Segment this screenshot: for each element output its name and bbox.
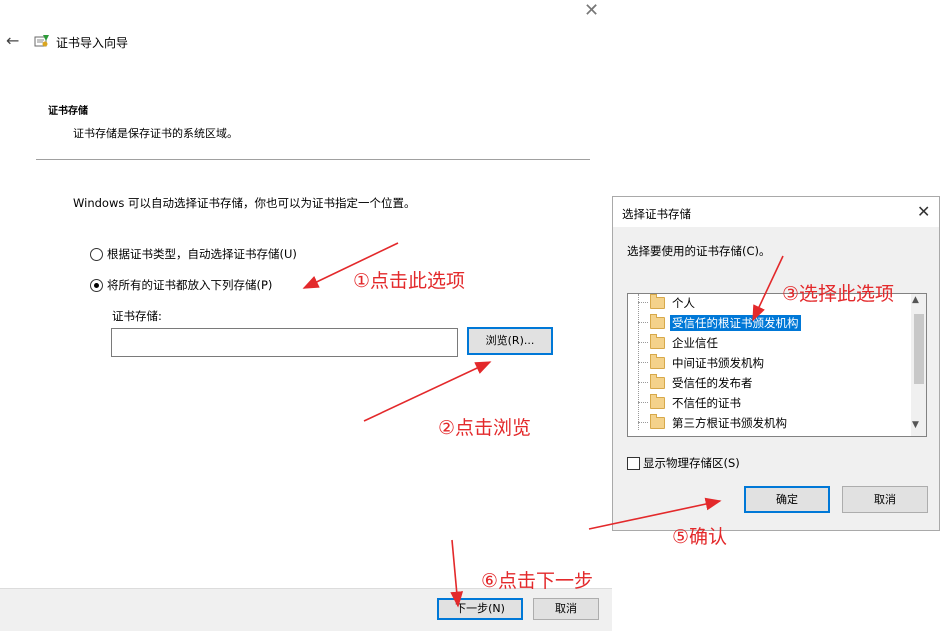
annotation-step5: ⑤确认 [672,526,728,548]
back-arrow-icon[interactable]: ← [6,31,19,50]
ok-button[interactable]: 确定 [744,486,830,513]
certificate-import-wizard: ✕ ← 证书导入向导 证书存储 证书存储是保存证书的系统区域。 Windows … [0,0,612,631]
dialog-prompt: 选择要使用的证书存储(C)。 [627,244,771,258]
radio-auto-select[interactable] [90,248,103,261]
tree-item-label: 受信任的发布者 [672,376,753,390]
folder-icon [650,394,665,409]
certificate-wizard-icon [34,35,49,47]
annotation-step1: ①点击此选项 [353,270,466,292]
browse-button[interactable]: 浏览(R)... [467,327,553,355]
show-physical-checkbox[interactable] [627,457,640,470]
tree-item[interactable]: 受信任的发布者 [628,374,908,392]
scroll-up-icon[interactable]: ▲ [912,295,919,305]
tree-item-label: 不信任的证书 [672,396,741,410]
tree-item[interactable]: 不信任的证书 [628,394,908,412]
tree-item[interactable]: 企业信任 [628,334,908,352]
description-text: Windows 可以自动选择证书存储，你也可以为证书指定一个位置。 [73,196,416,210]
folder-icon [650,354,665,369]
annotation-step2: ②点击浏览 [438,417,532,439]
dialog-close-icon[interactable]: ✕ [917,202,930,221]
radio-auto-label[interactable]: 根据证书类型，自动选择证书存储(U) [107,246,297,262]
tree-item[interactable]: 中间证书颁发机构 [628,354,908,372]
scrollbar-thumb[interactable] [914,314,924,384]
cancel-button[interactable]: 取消 [533,598,599,620]
divider [36,159,590,160]
certificate-store-field[interactable] [111,328,458,357]
tree-item-label: 第三方根证书颁发机构 [672,416,787,430]
folder-icon [650,414,665,429]
scroll-down-icon[interactable]: ▼ [912,420,919,430]
radio-place-all[interactable] [90,279,103,292]
dialog-title: 选择证书存储 [622,207,691,221]
tree-item[interactable]: 第三方根证书颁发机构 [628,414,908,432]
folder-icon [650,334,665,349]
section-title: 证书存储 [48,106,88,117]
show-physical-label[interactable]: 显示物理存储区(S) [643,455,740,471]
dialog-cancel-button[interactable]: 取消 [842,486,928,513]
tree-item-selected[interactable]: 受信任的根证书颁发机构 [628,314,908,332]
close-icon[interactable]: ✕ [584,0,599,21]
folder-icon [650,294,665,309]
radio-place-all-label[interactable]: 将所有的证书都放入下列存储(P) [107,277,272,293]
store-tree[interactable]: 个人 受信任的根证书颁发机构 企业信任 中间证书颁发机构 受信任的发布者 不信任… [627,293,927,437]
folder-icon [650,374,665,389]
section-subtitle: 证书存储是保存证书的系统区域。 [73,127,238,140]
select-store-dialog: 选择证书存储 ✕ 选择要使用的证书存储(C)。 个人 受信任的根证书颁发机构 企… [612,196,940,531]
folder-icon [650,314,665,329]
tree-item-label: 中间证书颁发机构 [672,356,764,370]
tree-item-label: 受信任的根证书颁发机构 [670,315,801,331]
wizard-title: 证书导入向导 [56,36,129,50]
tree-item-label: 个人 [672,296,695,310]
annotation-step6: ⑥点击下一步 [481,570,594,592]
annotation-step3: ③选择此选项 [782,283,895,305]
tree-item-label: 企业信任 [672,336,718,350]
store-label: 证书存储: [112,309,162,323]
next-button[interactable]: 下一步(N) [437,598,523,620]
